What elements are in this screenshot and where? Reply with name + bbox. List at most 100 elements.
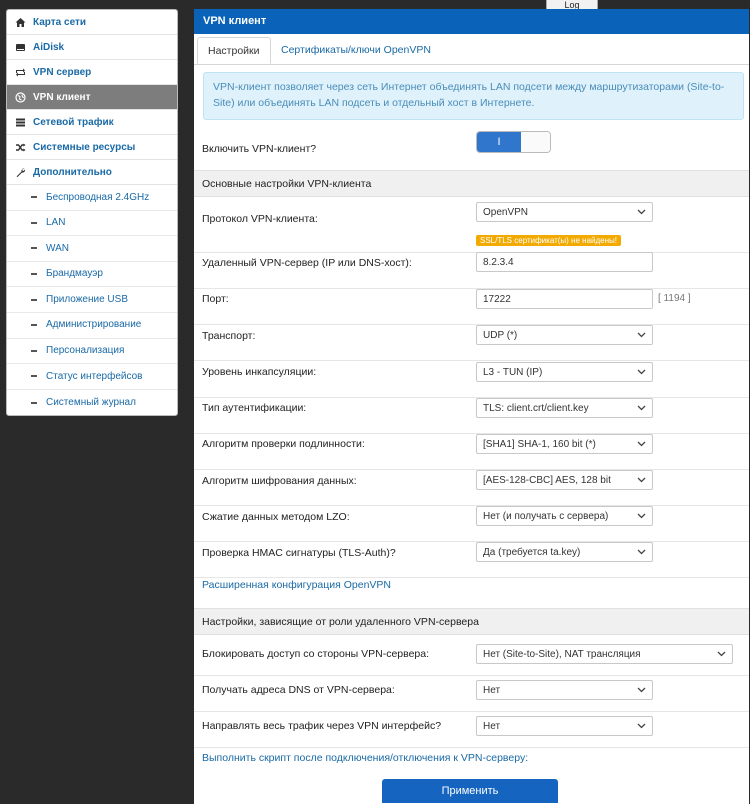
sidebar-subitem-firewall[interactable]: Брандмауэр	[7, 262, 177, 288]
sidebar-subitem-usb[interactable]: Приложение USB	[7, 287, 177, 313]
server-label: Удаленный VPN-сервер (IP или DNS-хост):	[202, 257, 412, 269]
block-select[interactable]: Нет (Site-to-Site), NAT трансляция	[476, 644, 733, 664]
transport-select[interactable]: UDP (*)	[476, 325, 653, 345]
encap-select[interactable]: L3 - TUN (IP)	[476, 362, 653, 382]
sidebar-item-label: VPN клиент	[33, 91, 91, 103]
dash-icon	[31, 247, 37, 250]
advanced-config-link[interactable]: Расширенная конфигурация OpenVPN	[202, 579, 391, 591]
dns-select[interactable]: Нет	[476, 680, 653, 700]
hmac-select[interactable]: Да (требуется ta.key)	[476, 542, 653, 562]
divider	[194, 577, 749, 578]
apply-button[interactable]: Применить	[382, 779, 558, 803]
tab-certificates[interactable]: Сертификаты/ключи OpenVPN	[271, 37, 441, 64]
chevron-down-icon	[637, 369, 646, 375]
dash-icon	[31, 349, 37, 352]
sidebar-subitem-personalization[interactable]: Персонализация	[7, 339, 177, 365]
protocol-label: Протокол VPN-клиента:	[202, 213, 318, 225]
port-value: 17222	[483, 294, 511, 305]
sidebar-item-label: Дополнительно	[33, 166, 112, 178]
chevron-down-icon	[717, 651, 726, 657]
dns-value: Нет	[483, 685, 501, 696]
divider	[194, 675, 749, 676]
port-hint: [ 1194 ]	[658, 293, 691, 304]
dash-icon	[31, 298, 37, 301]
divider	[194, 324, 749, 325]
server-value: 8.2.3.4	[483, 257, 514, 268]
transport-value: UDP (*)	[483, 330, 518, 341]
port-input[interactable]: 17222	[476, 289, 653, 309]
sidebar-item-advanced[interactable]: Дополнительно	[7, 160, 177, 185]
sidebar-item-label: Карта сети	[33, 16, 87, 28]
sidebar-item-traffic[interactable]: Сетевой трафик	[7, 110, 177, 135]
hmac-label: Проверка HMAC сигнатуры (TLS-Auth)?	[202, 547, 396, 559]
block-value: Нет (Site-to-Site), NAT трансляция	[483, 649, 641, 660]
info-box: VPN-клиент позволяет через сеть Интернет…	[203, 72, 744, 120]
sidebar-subitem-interface-status[interactable]: Статус интерфейсов	[7, 364, 177, 390]
cert-warning-badge: SSL/TLS сертификат(ы) не найдены!	[476, 235, 621, 246]
encap-label: Уровень инкапсуляции:	[202, 366, 317, 378]
sidebar-subitem-label: Персонализация	[46, 345, 125, 357]
cipher-select[interactable]: [AES-128-CBC] AES, 128 bit	[476, 470, 653, 490]
encap-value: L3 - TUN (IP)	[483, 367, 543, 378]
sidebar-item-system-resources[interactable]: Системные ресурсы	[7, 135, 177, 160]
server-input[interactable]: 8.2.3.4	[476, 252, 653, 272]
auth-select[interactable]: TLS: client.crt/client.key	[476, 398, 653, 418]
chevron-down-icon	[637, 405, 646, 411]
chevron-down-icon	[637, 513, 646, 519]
divider	[194, 252, 749, 253]
divider	[194, 541, 749, 542]
cipher-value: [AES-128-CBC] AES, 128 bit	[483, 475, 611, 486]
wrench-icon	[15, 167, 26, 178]
sidebar-subitem-label: Брандмауэр	[46, 268, 103, 280]
shuffle-icon	[15, 142, 26, 153]
route-select[interactable]: Нет	[476, 716, 653, 736]
sidebar-subitem-system-log[interactable]: Системный журнал	[7, 390, 177, 416]
main-panel: VPN клиент Настройки Сертификаты/ключи O…	[194, 9, 749, 804]
sidebar-item-network-map[interactable]: Карта сети	[7, 10, 177, 35]
lzo-select[interactable]: Нет (и получать с сервера)	[476, 506, 653, 526]
protocol-select[interactable]: OpenVPN	[476, 202, 653, 222]
sidebar-item-label: Сетевой трафик	[33, 116, 114, 128]
hash-select[interactable]: [SHA1] SHA-1, 160 bit (*)	[476, 434, 653, 454]
chevron-down-icon	[637, 209, 646, 215]
divider	[194, 360, 749, 361]
sidebar-subitem-admin[interactable]: Администрирование	[7, 313, 177, 339]
enable-toggle[interactable]: I	[476, 131, 551, 153]
home-icon	[15, 17, 26, 28]
divider	[194, 397, 749, 398]
sidebar-subitem-lan[interactable]: LAN	[7, 211, 177, 237]
hash-label: Алгоритм проверки подлинности:	[202, 438, 365, 450]
dash-icon	[31, 401, 37, 404]
chevron-down-icon	[637, 441, 646, 447]
tab-settings[interactable]: Настройки	[197, 37, 271, 64]
globe-icon	[15, 91, 26, 103]
sidebar-subitem-wireless[interactable]: Беспроводная 2.4GHz	[7, 185, 177, 211]
divider	[194, 288, 749, 289]
divider	[194, 711, 749, 712]
sidebar-subitem-label: Администрирование	[46, 319, 142, 331]
sidebar-item-label: VPN сервер	[33, 66, 92, 78]
toggle-on-label: I	[477, 132, 521, 152]
sidebar-subitem-label: Беспроводная 2.4GHz	[46, 191, 150, 203]
sidebar: Карта сети AiDisk VPN сервер VPN клиент …	[6, 9, 178, 417]
hash-value: [SHA1] SHA-1, 160 bit (*)	[483, 439, 596, 450]
sidebar-subitem-label: Статус интерфейсов	[46, 370, 143, 382]
divider	[194, 469, 749, 470]
sidebar-subitem-wan[interactable]: WAN	[7, 236, 177, 262]
protocol-value: OpenVPN	[483, 207, 529, 218]
route-label: Направлять весь трафик через VPN интерфе…	[202, 720, 442, 732]
chevron-down-icon	[637, 723, 646, 729]
sidebar-item-vpn-client[interactable]: VPN клиент	[7, 85, 177, 110]
panel-title: VPN клиент	[194, 9, 749, 34]
dash-icon	[31, 221, 37, 224]
divider	[194, 747, 749, 748]
sidebar-item-vpn-server[interactable]: VPN сервер	[7, 60, 177, 85]
route-value: Нет	[483, 721, 501, 732]
chevron-down-icon	[637, 477, 646, 483]
dns-label: Получать адреса DNS от VPN-сервера:	[202, 684, 395, 696]
sidebar-item-aidisk[interactable]: AiDisk	[7, 35, 177, 60]
toggle-knob	[521, 132, 550, 152]
sidebar-item-label: AiDisk	[33, 41, 65, 53]
script-link[interactable]: Выполнить скрипт после подключения/отклю…	[202, 752, 528, 764]
lzo-label: Сжатие данных методом LZO:	[202, 511, 350, 523]
